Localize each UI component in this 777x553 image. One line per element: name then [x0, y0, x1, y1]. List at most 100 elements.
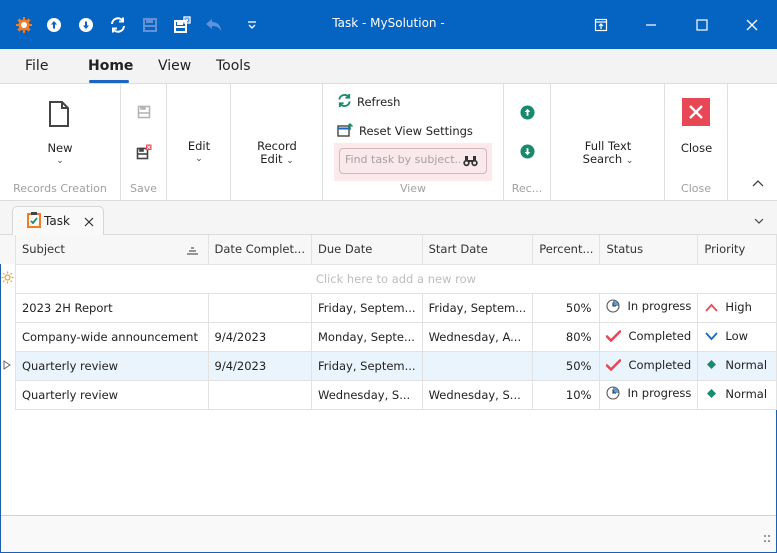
group-label: Records Creation [13, 182, 107, 195]
tab-list-dropdown-icon[interactable] [754, 214, 764, 228]
new-button[interactable]: New ⌄ [30, 94, 90, 169]
collapse-ribbon-icon[interactable] [752, 176, 764, 190]
column-header-priority[interactable]: Priority [697, 235, 777, 265]
row-indicator[interactable] [0, 322, 16, 351]
clock-icon [606, 386, 620, 400]
full-text-line2-wrap: Search ⌄ [551, 153, 665, 168]
column-header-start-date[interactable]: Start Date [421, 235, 534, 265]
cell-priority[interactable]: Normal [697, 379, 777, 410]
column-header-subject[interactable]: Subject [14, 235, 209, 265]
cell-due-date[interactable]: Monday, Septe... [311, 321, 423, 352]
checkmark-icon [606, 329, 622, 342]
tab-tools[interactable]: Tools [216, 58, 251, 74]
checkmark-icon [606, 358, 622, 371]
close-tab-icon[interactable] [84, 216, 94, 230]
full-text-search-button[interactable]: Full Text Search ⌄ [551, 138, 665, 168]
cell-due-date[interactable]: Friday, Septem... [311, 350, 423, 381]
minimize-button[interactable] [638, 12, 664, 38]
cell-subject[interactable]: 2023 2H Report [14, 292, 209, 323]
cell-date-completed[interactable]: 9/4/2023 [207, 321, 313, 352]
search-input[interactable] [345, 153, 460, 166]
save-icon[interactable] [137, 105, 151, 122]
cell-status[interactable]: Completed [599, 350, 699, 381]
cell-status[interactable]: In progress [599, 292, 699, 323]
diamond-icon [704, 388, 718, 399]
column-header-date-completed[interactable]: Date Complet... [207, 235, 313, 265]
cell-due-date[interactable]: Wednesday, S... [311, 379, 423, 410]
refresh-button[interactable]: Refresh [337, 93, 400, 111]
new-item-row[interactable]: Click here to add a new row [0, 263, 777, 294]
cell-percent[interactable]: 50% [532, 292, 601, 323]
cell-start-date[interactable] [421, 350, 534, 381]
chevron-down-icon: ⌄ [625, 156, 634, 166]
tab-view[interactable]: View [158, 58, 191, 74]
grid-table: Subject Date Complet... Due Date Start D… [0, 235, 777, 410]
record-edit-button[interactable]: Record Edit ⌄ [231, 138, 323, 168]
table-row[interactable]: Quarterly review Wednesday, S... Wednesday… [0, 379, 777, 410]
document-tab-label: Task [44, 214, 70, 228]
binoculars-icon[interactable] [463, 155, 478, 170]
resize-grip-icon[interactable] [764, 532, 770, 546]
active-tab-indicator [89, 80, 129, 83]
cell-percent[interactable]: 80% [532, 321, 601, 352]
save-and-close-icon[interactable] [136, 144, 152, 163]
group-record-edit: Record Edit ⌄ [231, 84, 323, 201]
column-header-due-date[interactable]: Due Date [311, 235, 423, 265]
cell-status[interactable]: In progress [599, 379, 699, 410]
group-edit: Edit ⌄ [167, 84, 231, 201]
tab-file[interactable]: File [25, 58, 48, 74]
close-button[interactable]: Close [665, 98, 728, 158]
cell-priority[interactable]: Low [697, 321, 777, 352]
cell-date-completed[interactable] [207, 292, 313, 323]
cell-start-date[interactable]: Friday, Septem... [421, 292, 534, 323]
table-row[interactable]: 2023 2H Report Friday, Septem... Friday, S… [0, 292, 777, 323]
reset-view-label: Reset View Settings [359, 124, 473, 138]
cell-start-date[interactable]: Wednesday, A... [421, 321, 534, 352]
priority-text: Normal [725, 386, 768, 401]
group-full-text-search: Full Text Search ⌄ [551, 84, 665, 201]
search-box [339, 148, 487, 174]
cell-subject[interactable]: Quarterly review [14, 350, 209, 381]
chevron-down-icon: ⌄ [286, 156, 294, 166]
next-record-icon[interactable] [520, 144, 535, 162]
table-row[interactable]: Company-wide announcement 9/4/2023 Monday,… [0, 321, 777, 352]
cell-status[interactable]: Completed [599, 321, 699, 352]
cell-date-completed[interactable]: 9/4/2023 [207, 350, 313, 381]
row-indicator[interactable] [0, 293, 16, 322]
full-text-line2: Search [582, 152, 623, 166]
cell-date-completed[interactable] [207, 379, 313, 410]
edit-button[interactable]: Edit ⌄ [167, 138, 231, 168]
edit-label: Edit [187, 139, 211, 153]
tab-home[interactable]: Home [88, 58, 133, 74]
table-row[interactable]: Quarterly review 9/4/2023 Friday, Septem..… [0, 350, 777, 381]
column-header-status[interactable]: Status [599, 235, 699, 265]
reset-view-settings-button[interactable]: Reset View Settings [337, 122, 473, 140]
cell-subject[interactable]: Company-wide announcement [14, 321, 209, 352]
new-label: New [47, 141, 73, 155]
cell-due-date[interactable]: Friday, Septem... [311, 292, 423, 323]
cell-priority[interactable]: Normal [697, 350, 777, 381]
chevron-down-icon [704, 332, 718, 341]
chevron-up-icon [704, 303, 718, 312]
cell-percent[interactable]: 50% [532, 350, 601, 381]
row-indicator[interactable] [0, 380, 16, 409]
row-indicator[interactable] [0, 351, 16, 380]
task-grid: Subject Date Complet... Due Date Start D… [0, 235, 777, 410]
close-window-button[interactable] [739, 12, 765, 38]
new-document-icon [48, 100, 70, 131]
group-label: Save [129, 182, 157, 195]
cell-start-date[interactable]: Wednesday, S... [421, 379, 534, 410]
column-header-label: Subject [21, 242, 65, 257]
group-close: Close Close [665, 84, 728, 201]
previous-record-icon[interactable] [520, 105, 535, 123]
new-row-placeholder[interactable]: Click here to add a new row [14, 263, 777, 294]
column-header-percent[interactable]: Percent... [532, 235, 601, 265]
cell-subject[interactable]: Quarterly review [14, 379, 209, 410]
document-tab-task[interactable]: Task [12, 206, 104, 236]
group-label: Rec... [511, 182, 543, 195]
cell-priority[interactable]: High [697, 292, 777, 323]
maximize-button[interactable] [689, 12, 715, 38]
restore-ribbon-icon[interactable] [588, 12, 614, 38]
cell-percent[interactable]: 10% [532, 379, 601, 410]
status-text: Completed [628, 328, 692, 343]
